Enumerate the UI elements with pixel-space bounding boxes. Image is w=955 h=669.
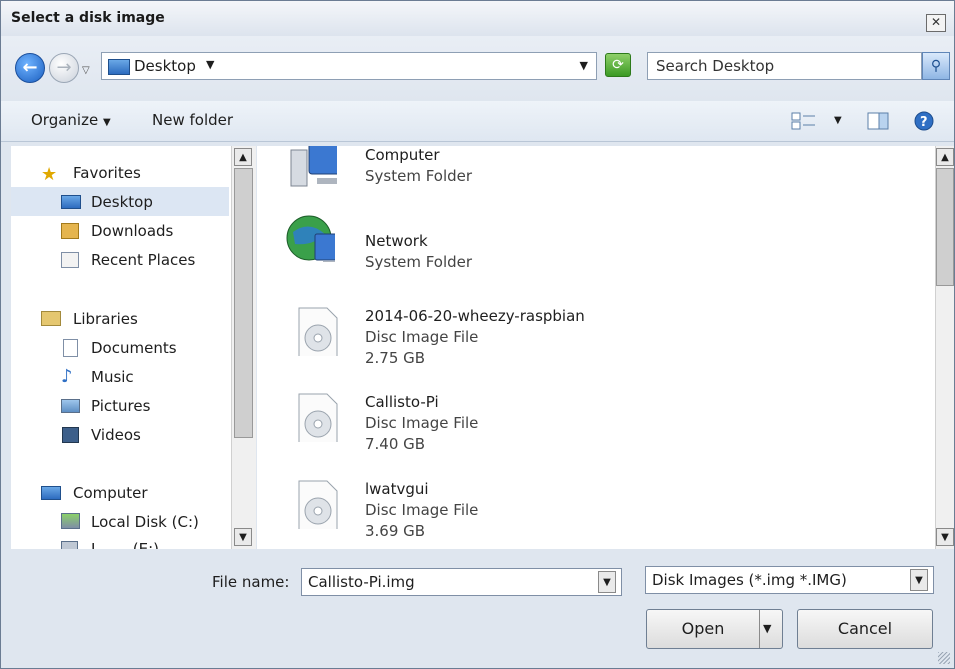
filename-label: File name:	[212, 573, 290, 591]
nav-desktop[interactable]: Desktop	[91, 193, 153, 211]
address-location: Desktop	[134, 57, 196, 75]
nav-local-disk[interactable]: Local Disk (C:)	[91, 513, 199, 531]
chevron-down-icon[interactable]: ▼	[206, 58, 214, 71]
recent-pages-dropdown[interactable]: ▽	[82, 65, 90, 76]
file-type: Disc Image File	[365, 414, 479, 432]
nav-music[interactable]: Music	[91, 368, 134, 386]
scroll-down-icon[interactable]: ▼	[936, 528, 954, 546]
forward-button[interactable]: →	[49, 53, 79, 83]
split-divider	[759, 610, 760, 648]
file-type: Disc Image File	[365, 328, 479, 346]
open-button[interactable]: Open ▼	[646, 609, 783, 649]
file-size: 2.75 GB	[365, 349, 426, 367]
title-bar: Select a disk image ✕	[1, 1, 954, 36]
nav-scrollbar[interactable]: ▲ ▼	[231, 146, 256, 549]
view-options-icon[interactable]	[791, 110, 817, 132]
file-name: lwatvgui	[365, 480, 429, 498]
file-name: Computer	[365, 146, 440, 164]
scroll-thumb[interactable]	[936, 168, 954, 286]
computer-icon	[41, 486, 61, 500]
search-placeholder: Search Desktop	[656, 57, 775, 75]
desktop-icon	[61, 195, 81, 209]
command-toolbar: Organize ▼ New folder ▼ ?	[1, 101, 954, 142]
new-folder-button[interactable]: New folder	[152, 111, 233, 129]
scroll-up-icon[interactable]: ▲	[936, 148, 954, 166]
removable-disk-icon	[61, 541, 78, 549]
star-icon: ★	[41, 164, 58, 185]
local-disk-icon	[61, 513, 80, 529]
nav-favorites[interactable]: Favorites	[73, 164, 141, 182]
file-name: 2014-06-20-wheezy-raspbian	[365, 307, 585, 325]
disc-image-icon	[298, 307, 338, 356]
address-dropdown-icon[interactable]: ▼	[580, 59, 588, 72]
dialog-footer: File name: Callisto-Pi.img ▼ Disk Images…	[1, 549, 954, 668]
file-list: Computer System Folder Network System Fo…	[257, 146, 935, 549]
nav-downloads[interactable]: Downloads	[91, 222, 173, 240]
pictures-icon	[61, 399, 80, 413]
view-dropdown-icon[interactable]: ▼	[834, 115, 842, 126]
file-dialog: Select a disk image ✕ ← → ▽ Desktop ▼ ▼ …	[0, 0, 955, 669]
open-dropdown-icon[interactable]: ▼	[763, 610, 771, 648]
file-size: 7.40 GB	[365, 435, 426, 453]
nav-documents[interactable]: Documents	[91, 339, 177, 357]
videos-icon	[62, 427, 79, 443]
scroll-down-icon[interactable]: ▼	[234, 528, 252, 546]
address-row: ← → ▽ Desktop ▼ ▼ ⟳ Search Desktop ⚲	[1, 36, 954, 101]
filename-dropdown-icon[interactable]: ▼	[598, 571, 616, 593]
open-label: Open	[681, 619, 725, 638]
nav-computer[interactable]: Computer	[73, 484, 148, 502]
file-name: Callisto-Pi	[365, 393, 439, 411]
music-icon: ♪	[61, 366, 73, 387]
file-type-dropdown-icon[interactable]: ▼	[910, 569, 928, 591]
dialog-title: Select a disk image	[11, 10, 165, 26]
svg-text:?: ?	[920, 115, 928, 130]
file-type-select[interactable]: Disk Images (*.img *.IMG)	[645, 566, 934, 594]
nav-pictures[interactable]: Pictures	[91, 397, 150, 415]
libraries-icon	[41, 311, 61, 326]
filename-input[interactable]: Callisto-Pi.img	[301, 568, 622, 596]
preview-pane-icon[interactable]	[866, 110, 890, 132]
nav-libraries[interactable]: Libraries	[73, 310, 138, 328]
file-type: System Folder	[365, 253, 473, 271]
search-icon[interactable]: ⚲	[922, 52, 950, 80]
scroll-up-icon[interactable]: ▲	[234, 148, 252, 166]
nav-recent-places[interactable]: Recent Places	[91, 251, 195, 269]
documents-icon	[63, 339, 78, 357]
cancel-button[interactable]: Cancel	[797, 609, 933, 649]
help-icon[interactable]: ?	[913, 110, 935, 132]
nav-videos[interactable]: Videos	[91, 426, 141, 444]
refresh-icon[interactable]: ⟳	[605, 53, 631, 77]
chevron-down-icon: ▼	[102, 117, 111, 128]
nav-removable-disk[interactable]: L . . . (E:)	[91, 540, 159, 549]
file-size: 3.69 GB	[365, 522, 426, 540]
computer-icon	[290, 146, 337, 187]
downloads-icon	[61, 223, 79, 239]
recent-places-icon	[61, 252, 79, 268]
desktop-icon	[108, 59, 130, 75]
navigation-pane: ★ Favorites Desktop Downloads Recent Pla…	[11, 146, 232, 549]
back-button[interactable]: ←	[15, 53, 45, 83]
close-button[interactable]: ✕	[926, 14, 946, 32]
disc-image-icon	[298, 480, 338, 529]
file-type: System Folder	[365, 167, 473, 185]
network-icon	[286, 215, 335, 262]
resize-grip[interactable]	[938, 652, 950, 664]
search-input[interactable]: Search Desktop	[647, 52, 922, 80]
address-bar[interactable]: Desktop ▼ ▼	[101, 52, 597, 80]
organize-button[interactable]: Organize ▼	[31, 111, 111, 129]
file-type: Disc Image File	[365, 501, 479, 519]
scroll-thumb[interactable]	[234, 168, 253, 438]
file-scrollbar[interactable]: ▲ ▼	[935, 146, 954, 549]
organize-label: Organize	[31, 111, 99, 129]
disc-image-icon	[298, 393, 338, 442]
file-name: Network	[365, 232, 428, 250]
